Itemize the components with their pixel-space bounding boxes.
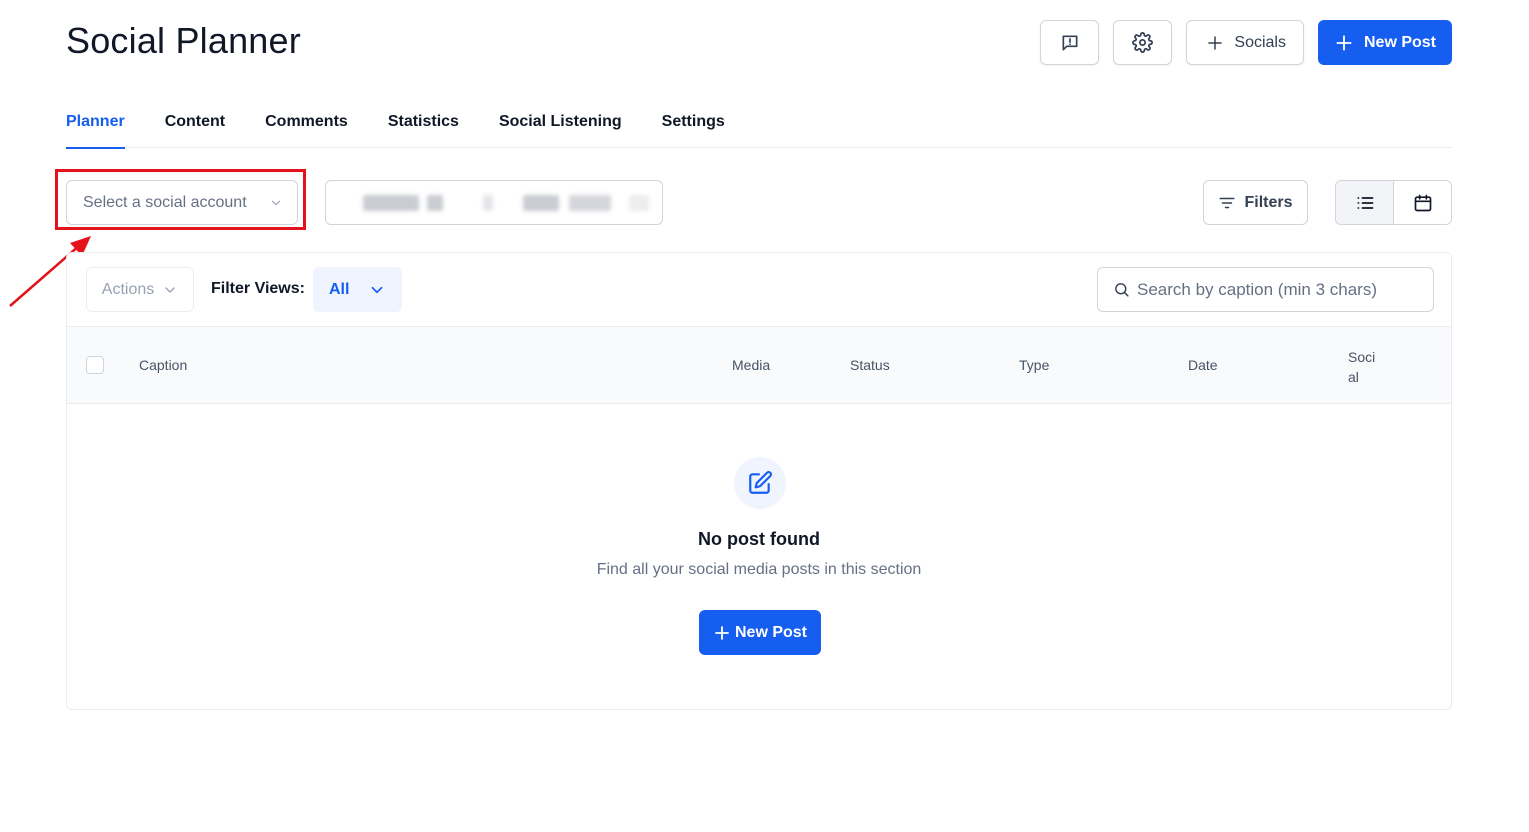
list-view-button[interactable] xyxy=(1336,181,1394,224)
chevron-down-icon xyxy=(371,286,383,293)
new-post-button[interactable]: New Post xyxy=(1317,20,1452,65)
search-icon xyxy=(1115,283,1129,297)
search-input[interactable] xyxy=(1137,279,1417,300)
redacted-text xyxy=(363,195,419,211)
tab-bar: Planner Content Comments Statistics Soci… xyxy=(66,113,1452,149)
redacted-text xyxy=(629,195,649,211)
gear-icon xyxy=(1132,32,1154,53)
column-status[interactable]: Status xyxy=(850,357,890,373)
column-caption[interactable]: Caption xyxy=(139,357,187,373)
column-type[interactable]: Type xyxy=(1019,357,1049,373)
add-socials-button[interactable]: Socials xyxy=(1186,20,1304,65)
chevron-down-icon xyxy=(271,200,281,205)
plus-icon xyxy=(715,625,729,640)
redacted-text xyxy=(427,195,443,211)
empty-state-title: No post found xyxy=(698,529,820,549)
tab-settings[interactable]: Settings xyxy=(662,113,725,148)
settings-button[interactable] xyxy=(1113,20,1173,65)
column-date[interactable]: Date xyxy=(1188,357,1218,373)
filter-icon xyxy=(1219,197,1235,208)
calendar-icon xyxy=(1414,194,1431,211)
date-range-picker[interactable] xyxy=(325,180,663,225)
redacted-text xyxy=(523,195,559,211)
tab-comments[interactable]: Comments xyxy=(265,113,348,148)
column-social-line-1: Soci xyxy=(1348,349,1376,365)
empty-state: No post found Find all your social media… xyxy=(67,404,1451,709)
calendar-view-button[interactable] xyxy=(1394,181,1451,224)
column-social-line-2: al xyxy=(1348,369,1359,385)
social-account-placeholder: Select a social account xyxy=(83,193,247,211)
empty-state-icon-wrap xyxy=(734,457,786,509)
actions-label: Actions xyxy=(101,280,155,298)
table-header: Caption Media Status Type Date Soci al xyxy=(67,326,1451,404)
tab-planner[interactable]: Planner xyxy=(66,113,125,149)
tab-statistics[interactable]: Statistics xyxy=(388,113,459,148)
view-toggle xyxy=(1335,180,1452,225)
social-account-select[interactable]: Select a social account xyxy=(66,180,298,225)
plus-icon xyxy=(1208,35,1223,50)
socials-label: Socials xyxy=(1234,33,1286,51)
empty-state-new-post-button[interactable]: New Post xyxy=(699,610,821,655)
empty-state-subtitle: Find all your social media posts in this… xyxy=(596,561,922,578)
feedback-button[interactable] xyxy=(1040,20,1100,65)
filter-views-label: Filter Views: xyxy=(211,280,305,297)
actions-dropdown[interactable]: Actions xyxy=(86,267,194,312)
posts-panel: Actions Filter Views: All Caption Media … xyxy=(66,252,1452,710)
column-media[interactable]: Media xyxy=(732,357,770,373)
filter-views-value: All xyxy=(329,280,350,298)
redacted-text xyxy=(569,195,611,211)
new-post-label: New Post xyxy=(1363,33,1436,51)
tab-social-listening[interactable]: Social Listening xyxy=(499,113,622,148)
redacted-text xyxy=(483,195,493,211)
filters-label: Filters xyxy=(1244,193,1293,211)
plus-icon xyxy=(1336,34,1352,51)
tab-content[interactable]: Content xyxy=(165,113,225,148)
select-all-checkbox[interactable] xyxy=(86,356,104,374)
empty-state-new-post-label: New Post xyxy=(734,623,807,641)
search-box xyxy=(1097,267,1434,312)
report-icon xyxy=(1062,35,1078,51)
filters-button[interactable]: Filters xyxy=(1203,180,1308,225)
page-title: Social Planner xyxy=(66,20,301,61)
column-social[interactable]: Soci al xyxy=(1348,347,1375,387)
edit-icon xyxy=(749,471,772,494)
filter-views-select[interactable]: All xyxy=(313,267,402,312)
chevron-down-icon xyxy=(165,286,175,293)
list-icon xyxy=(1356,196,1373,209)
top-actions: Socials New Post xyxy=(1040,20,1452,65)
